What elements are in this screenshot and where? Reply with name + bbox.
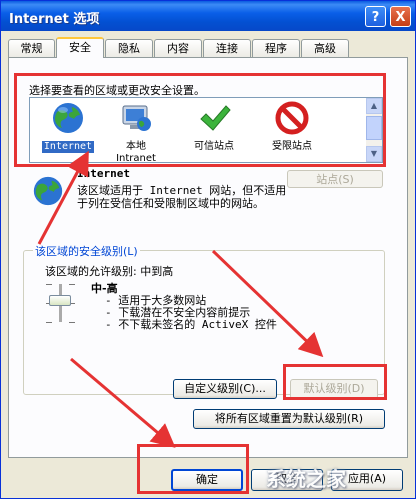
zone-description: 该区域适用于 Internet 网站，但不适用于列在受信任和受限制区域中的网站。	[77, 184, 287, 210]
tab-security[interactable]: 安全	[56, 37, 104, 58]
globe-icon	[33, 176, 63, 206]
zone-list-scrollbar[interactable]: ▲ ▼	[366, 98, 382, 162]
tab-advanced[interactable]: 高级	[301, 39, 349, 57]
no-entry-icon	[275, 101, 309, 135]
tab-programs[interactable]: 程序	[252, 39, 300, 57]
detail-line: - 不下载未签名的 ActiveX 控件	[105, 318, 277, 331]
zone-trusted-sites[interactable]: 可信站点	[178, 100, 250, 153]
help-button[interactable]: ?	[365, 6, 386, 27]
slider-tick	[69, 284, 75, 285]
zone-list[interactable]: Internet 本地 Intranet 可信站点 受限站点 ▲ ▼	[29, 97, 383, 165]
watermark-text: 系统之家	[266, 467, 346, 491]
title-bar[interactable]: Internet 选项 ? X	[1, 1, 415, 31]
security-level-title: 该区域的安全级别(L)	[33, 243, 140, 259]
zone-title: Internet	[77, 167, 130, 180]
tab-privacy[interactable]: 隐私	[105, 39, 153, 57]
ok-button[interactable]: 确定	[171, 469, 243, 491]
zone-trusted-sites-label: 可信站点	[194, 141, 234, 152]
globe-icon	[53, 103, 83, 133]
allowed-levels-text: 该区域的允许级别: 中到高	[45, 265, 174, 278]
slider-tick	[46, 284, 52, 285]
zone-restricted-sites[interactable]: 受限站点	[256, 100, 328, 153]
internet-options-window: Internet 选项 ? X 常规 安全 隐私 内容 连接 程序 高级 选择要…	[0, 0, 416, 499]
tab-content[interactable]: 内容	[154, 39, 202, 57]
scroll-thumb[interactable]	[366, 116, 382, 140]
tab-connections[interactable]: 连接	[203, 39, 251, 57]
zone-prompt: 选择要查看的区域或更改安全设置。	[29, 84, 205, 97]
computer-globe-icon	[122, 105, 151, 131]
custom-level-button[interactable]: 自定义级别(C)...	[173, 379, 277, 399]
security-level-details: - 适用于大多数网站 - 下载潜在不安全内容前提示 - 不下载未签名的 Acti…	[105, 295, 277, 331]
zone-internet-label: Internet	[41, 141, 95, 153]
checkmark-icon	[200, 105, 231, 131]
tab-general[interactable]: 常规	[8, 39, 55, 57]
close-button[interactable]: X	[390, 6, 411, 27]
reset-all-zones-button[interactable]: 将所有区域重置为默认级别(R)	[193, 409, 385, 429]
window-title: Internet 选项	[9, 12, 100, 27]
security-slider-thumb[interactable]	[49, 295, 71, 306]
slider-tick	[69, 322, 75, 323]
zone-restricted-sites-label: 受限站点	[272, 141, 312, 152]
scroll-down-icon[interactable]: ▼	[366, 146, 382, 162]
zone-local-intranet-label: 本地 Intranet	[116, 141, 156, 164]
sites-button[interactable]: 站点(S)	[287, 170, 383, 188]
slider-tick	[46, 322, 52, 323]
scroll-up-icon[interactable]: ▲	[366, 98, 382, 114]
zone-internet[interactable]: Internet	[32, 100, 104, 153]
default-level-button[interactable]: 默认级别(D)	[290, 379, 378, 399]
zone-local-intranet[interactable]: 本地 Intranet	[100, 100, 172, 165]
